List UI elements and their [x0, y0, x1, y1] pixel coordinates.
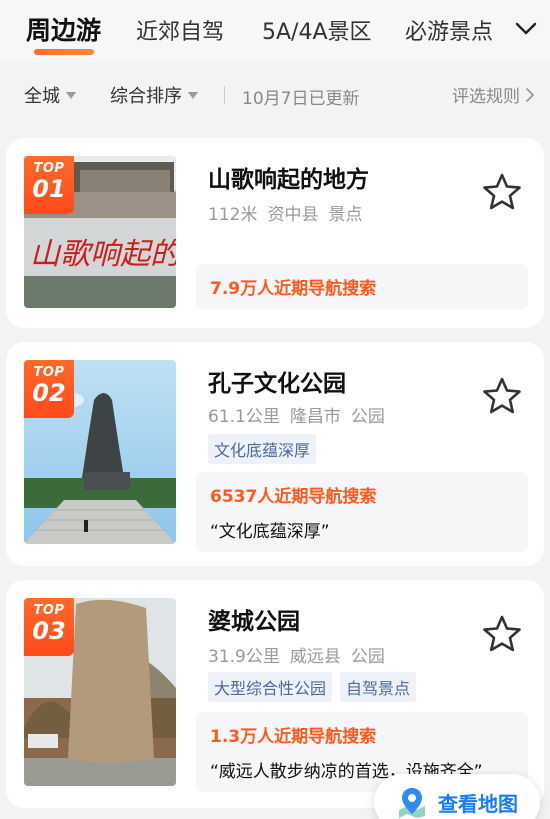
sort-filter-label: 综合排序 — [110, 86, 182, 107]
spot-category: 景点 — [328, 205, 363, 225]
spot-distance: 31.9公里 — [208, 647, 280, 667]
map-pin-icon — [399, 788, 425, 818]
spot-photo: TOP 02 — [24, 360, 176, 544]
feature-tag: 文化底蕴深厚 — [208, 434, 317, 464]
spot-distance: 61.1公里 — [208, 407, 280, 427]
search-stat-box: 7.9万人近期导航搜索 — [196, 264, 528, 309]
view-map-label: 查看地图 — [438, 791, 518, 816]
spot-county: 威远县 — [289, 647, 341, 667]
search-count: 1.3万人近期导航搜索 — [210, 727, 377, 747]
top-tab-bar: 周边游 近郊自驾 5A/4A景区 必游景点 — [0, 0, 550, 60]
spot-county: 资中县 — [267, 205, 319, 225]
spot-category: 公园 — [350, 407, 385, 427]
feature-tag: 大型综合性公园 — [208, 672, 333, 702]
spot-meta: 31.9公里 威远县 公园 — [208, 642, 395, 667]
tab-nearby[interactable]: 周边游 — [26, 11, 101, 47]
chevron-down-icon[interactable] — [508, 12, 544, 46]
spot-card[interactable]: TOP 02 孔子文化公园 61.1公里 隆昌市 公园 文化底蕴深厚 6537人近期… — [6, 342, 544, 566]
selection-rules-label: 评选规则 — [452, 87, 520, 107]
tab-5a-4a-scenic[interactable]: 5A/4A景区 — [262, 14, 372, 46]
spot-meta: 112米 资中县 景点 — [208, 200, 372, 225]
spot-category: 公园 — [350, 647, 385, 667]
tab-suburban-drive[interactable]: 近郊自驾 — [136, 14, 224, 46]
filter-bar: 全城 综合排序 10月7日已更新 评选规则 — [0, 66, 550, 122]
wall-calligraphy: 山歌响起的 — [30, 237, 176, 272]
caret-down-icon — [188, 91, 198, 99]
spot-name[interactable]: 婆城公园 — [208, 602, 300, 636]
rank-badge: TOP 03 — [24, 598, 74, 656]
chevron-right-icon — [526, 87, 535, 102]
review-quote: “文化底蕴深厚” — [210, 522, 330, 542]
tag-list: 文化底蕴深厚 — [208, 434, 324, 464]
sort-filter[interactable]: 综合排序 — [110, 82, 198, 108]
city-filter[interactable]: 全城 — [24, 82, 76, 108]
spot-county: 隆昌市 — [289, 407, 341, 427]
caret-down-icon — [66, 91, 76, 99]
feature-tag: 自驾景点 — [340, 672, 417, 702]
spot-card[interactable]: 山歌响起的 TOP 01 山歌响起的地方 112米 资中县 景点 7.9万人近期导航… — [6, 138, 544, 328]
spot-photo: TOP 03 — [24, 598, 176, 786]
tab-must-visit[interactable]: 必游景点 — [405, 14, 493, 46]
spot-name[interactable]: 孔子文化公园 — [208, 364, 346, 398]
search-stat-box: 6537人近期导航搜索 “文化底蕴深厚” — [196, 472, 528, 552]
rank-badge: TOP 01 — [24, 156, 74, 214]
tag-list: 大型综合性公园 自驾景点 — [208, 672, 424, 702]
spot-photo: 山歌响起的 TOP 01 — [24, 156, 176, 308]
rank-badge: TOP 02 — [24, 360, 74, 418]
update-date: 10月7日已更新 — [242, 89, 360, 109]
view-map-button[interactable]: 查看地图 — [374, 774, 540, 819]
filter-divider — [224, 86, 225, 104]
star-icon[interactable] — [482, 614, 522, 654]
star-icon[interactable] — [482, 376, 522, 416]
spot-name[interactable]: 山歌响起的地方 — [208, 160, 369, 194]
spot-meta: 61.1公里 隆昌市 公园 — [208, 402, 395, 427]
city-filter-label: 全城 — [24, 86, 60, 107]
star-icon[interactable] — [482, 172, 522, 212]
search-count: 6537人近期导航搜索 — [210, 487, 377, 507]
selection-rules-link[interactable]: 评选规则 — [452, 82, 536, 107]
active-tab-indicator — [34, 49, 94, 55]
search-count: 7.9万人近期导航搜索 — [210, 279, 377, 299]
spot-distance: 112米 — [208, 205, 258, 225]
